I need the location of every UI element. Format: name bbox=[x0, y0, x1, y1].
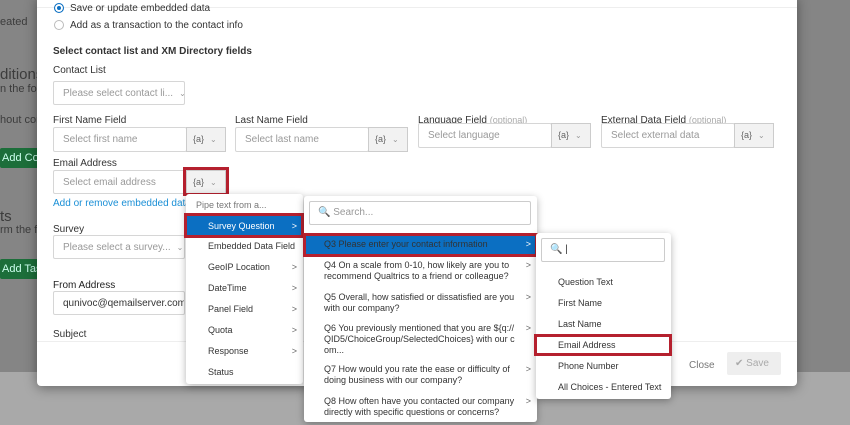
chevron-right-icon: > bbox=[525, 323, 531, 333]
save-button[interactable]: ✔ Save bbox=[727, 352, 781, 375]
email-select[interactable]: Select email address bbox=[53, 170, 187, 194]
question-item-q6[interactable]: Q6 You previously mentioned that you are… bbox=[304, 323, 537, 356]
last-name-pipe-button[interactable]: {a} ⌄ bbox=[368, 127, 408, 152]
question-item-q5[interactable]: Q5 Overall, how satisfied or dissatisfie… bbox=[304, 292, 537, 314]
contact-list-label: Contact List bbox=[53, 65, 106, 76]
radio-label: Add as a transaction to the contact info bbox=[70, 20, 243, 31]
radio-add-transaction[interactable]: Add as a transaction to the contact info bbox=[54, 20, 243, 31]
item-label: GeoIP Location bbox=[208, 262, 270, 272]
placeholder: Please select contact li... bbox=[63, 88, 174, 99]
menu-item-datetime[interactable]: DateTime > bbox=[186, 283, 303, 293]
chevron-down-icon: ⌄ bbox=[210, 135, 217, 144]
question-item-q7[interactable]: Q7 How would you rate the ease or diffic… bbox=[304, 364, 537, 386]
email-label: Email Address bbox=[53, 158, 117, 169]
item-label: Q6 You previously mentioned that you are… bbox=[324, 323, 515, 355]
chevron-down-icon: ⌄ bbox=[575, 131, 582, 140]
chevron-right-icon: > bbox=[291, 304, 297, 314]
section-title: Select contact list and XM Directory fie… bbox=[53, 46, 252, 57]
question-search-input[interactable]: 🔍 Search... bbox=[309, 201, 531, 225]
placeholder: Search... bbox=[333, 207, 374, 218]
language-pipe-button[interactable]: {a} ⌄ bbox=[551, 123, 591, 148]
item-label: Q5 Overall, how satisfied or dissatisfie… bbox=[324, 292, 515, 313]
bg-heading: ts bbox=[0, 208, 12, 225]
first-name-label: First Name Field bbox=[53, 115, 127, 126]
field-menu: 🔍 | Question Text First Name Last Name E… bbox=[536, 233, 671, 399]
item-label: Embedded Data Field bbox=[208, 241, 296, 251]
first-name-select[interactable]: Select first name bbox=[53, 127, 187, 152]
bg-text: hout con bbox=[0, 114, 43, 126]
question-item-q4[interactable]: Q4 On a scale from 0-10, how likely are … bbox=[304, 260, 537, 282]
highlight-box bbox=[534, 334, 672, 356]
pipe-label: {a} bbox=[193, 134, 205, 144]
chevron-down-icon: ⌄ bbox=[179, 89, 184, 98]
text-cursor: | bbox=[565, 244, 568, 255]
chevron-right-icon: > bbox=[525, 260, 531, 270]
question-menu: 🔍 Search... Q3 Please enter your contact… bbox=[304, 196, 537, 422]
menu-item-status[interactable]: Status bbox=[186, 367, 303, 377]
menu-item-response[interactable]: Response > bbox=[186, 346, 303, 356]
item-label: Q7 How would you rate the ease or diffic… bbox=[324, 364, 510, 385]
embedded-data-link[interactable]: Add or remove embedded data f bbox=[53, 198, 196, 209]
chevron-right-icon: > bbox=[525, 396, 531, 406]
from-address-label: From Address bbox=[53, 280, 116, 291]
item-label: Q4 On a scale from 0-10, how likely are … bbox=[324, 260, 510, 281]
field-item-question-text[interactable]: Question Text bbox=[536, 277, 671, 287]
field-item-phone-number[interactable]: Phone Number bbox=[536, 361, 671, 371]
radio-icon bbox=[54, 3, 64, 14]
highlight-box bbox=[184, 213, 304, 238]
item-label: Q8 How often have you contacted our comp… bbox=[324, 396, 515, 417]
pipe-label: {a} bbox=[558, 130, 570, 140]
chevron-right-icon: > bbox=[291, 262, 297, 272]
chevron-right-icon: > bbox=[525, 364, 531, 374]
first-name-pipe-button[interactable]: {a} ⌄ bbox=[186, 127, 226, 152]
last-name-select[interactable]: Select last name bbox=[235, 127, 369, 152]
language-select[interactable]: Select language bbox=[418, 123, 552, 148]
field-item-first-name[interactable]: First Name bbox=[536, 298, 671, 308]
bg-text: eated bbox=[0, 16, 28, 28]
menu-item-panel-field[interactable]: Panel Field > bbox=[186, 304, 303, 314]
highlight-box bbox=[183, 167, 229, 196]
survey-select[interactable]: Please select a survey... ⌄ bbox=[53, 235, 185, 259]
item-label: Status bbox=[208, 367, 234, 377]
item-label: Response bbox=[208, 346, 249, 356]
survey-label: Survey bbox=[53, 224, 85, 235]
highlight-box bbox=[303, 233, 538, 257]
menu-item-embedded-data[interactable]: Embedded Data Field bbox=[186, 241, 303, 251]
menu-item-geoip[interactable]: GeoIP Location > bbox=[186, 262, 303, 272]
radio-icon bbox=[54, 20, 64, 31]
chevron-right-icon: > bbox=[291, 346, 297, 356]
search-icon: 🔍 bbox=[318, 207, 331, 218]
chevron-right-icon: > bbox=[291, 283, 297, 293]
item-label: Panel Field bbox=[208, 304, 254, 314]
chevron-down-icon: ⌄ bbox=[758, 131, 765, 140]
from-address-input[interactable]: qunivoc@qemailserver.com bbox=[53, 291, 185, 315]
close-button[interactable]: Close bbox=[689, 360, 715, 371]
last-name-label: Last Name Field bbox=[235, 115, 308, 126]
item-label: Quota bbox=[208, 325, 233, 335]
menu-header: Pipe text from a... bbox=[196, 200, 267, 210]
pipe-label: {a} bbox=[375, 134, 387, 144]
external-data-select[interactable]: Select external data bbox=[601, 123, 735, 148]
radio-save-embedded[interactable]: Save or update embedded data bbox=[54, 3, 210, 14]
contact-list-select[interactable]: Please select contact li... ⌄ bbox=[53, 81, 185, 105]
save-label: Save bbox=[746, 358, 769, 369]
subject-label: Subject bbox=[53, 329, 87, 340]
menu-item-quota[interactable]: Quota > bbox=[186, 325, 303, 335]
item-label: DateTime bbox=[208, 283, 247, 293]
chevron-right-icon: > bbox=[525, 292, 531, 302]
external-data-pipe-button[interactable]: {a} ⌄ bbox=[734, 123, 774, 148]
chevron-down-icon: ⌄ bbox=[176, 243, 184, 252]
field-search-input[interactable]: 🔍 | bbox=[541, 238, 665, 262]
search-icon: 🔍 bbox=[550, 244, 563, 255]
checkmark-icon: ✔ bbox=[735, 358, 744, 369]
placeholder: Please select a survey... bbox=[63, 242, 171, 253]
field-item-last-name[interactable]: Last Name bbox=[536, 319, 671, 329]
chevron-right-icon: > bbox=[291, 325, 297, 335]
pipe-label: {a} bbox=[741, 130, 753, 140]
radio-label: Save or update embedded data bbox=[70, 3, 211, 14]
chevron-down-icon: ⌄ bbox=[392, 135, 399, 144]
question-item-q8[interactable]: Q8 How often have you contacted our comp… bbox=[304, 396, 537, 418]
field-item-all-choices[interactable]: All Choices - Entered Text bbox=[536, 382, 671, 392]
